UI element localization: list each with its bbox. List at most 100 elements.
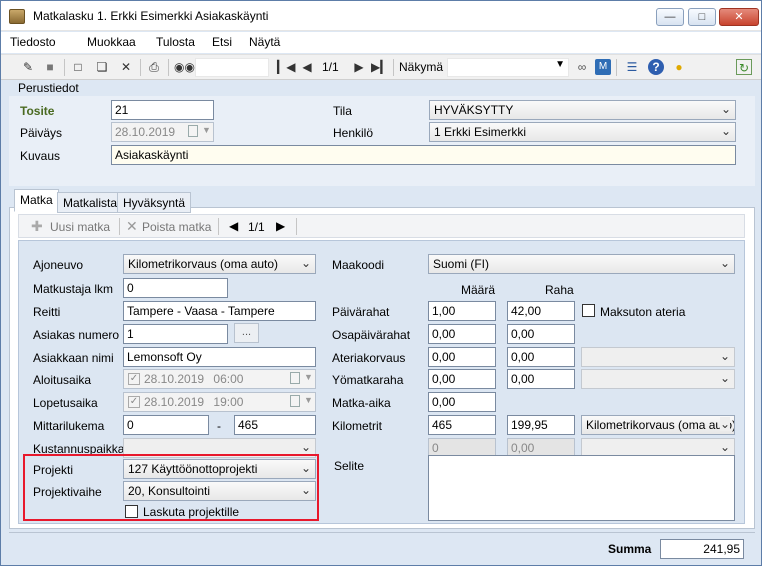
lock-icon[interactable]: ● xyxy=(671,59,687,75)
aloitusaika-field[interactable]: ✓ 28.10.2019 06:00 ▼ xyxy=(123,369,316,389)
asiakasnimi-field[interactable]: Lemonsoft Oy xyxy=(123,347,316,367)
ateriakorvaus-type-select[interactable]: ⌄ xyxy=(581,347,735,367)
tab-matkalista[interactable]: Matkalista xyxy=(57,192,124,213)
paivays-field[interactable]: 28.10.2019 ▼ xyxy=(111,122,214,142)
maksuton-ateria-label: Maksuton ateria xyxy=(600,305,686,319)
paivays-label: Päiväys xyxy=(20,126,63,140)
henkilo-select[interactable]: 1 Erkki Esimerkki ⌄ xyxy=(429,122,736,142)
osapaivarahat-raha-field[interactable]: 0,00 xyxy=(507,324,575,344)
menu-nayta[interactable]: Näytä xyxy=(249,35,280,49)
maximize-button[interactable]: □ xyxy=(688,8,716,26)
tosite-label: Tosite xyxy=(20,104,55,118)
calendar-icon[interactable] xyxy=(290,395,300,407)
ateriakorvaus-maara-field[interactable]: 0,00 xyxy=(428,347,496,367)
ajoneuvo-label: Ajoneuvo xyxy=(33,258,84,272)
dropdown-arrow-icon: ▼ xyxy=(202,125,211,135)
lopetusaika-field[interactable]: ✓ 28.10.2019 19:00 ▼ xyxy=(123,392,316,412)
new-document-icon[interactable]: □ xyxy=(70,59,86,75)
window-title: Matkalasku 1. Erkki Esimerkki Asiakaskäy… xyxy=(33,9,269,23)
maakoodi-select[interactable]: Suomi (FI) ⌄ xyxy=(428,254,735,274)
tab-hyvaksynta[interactable]: Hyväksyntä xyxy=(117,192,192,213)
mittari-end-field[interactable]: 465 xyxy=(234,415,316,435)
previous-trip-icon[interactable]: ◀ xyxy=(229,219,238,233)
database-icon[interactable]: M xyxy=(595,59,611,75)
maara-header: Määrä xyxy=(461,283,496,297)
matka-aika-field[interactable]: 0,00 xyxy=(428,392,496,412)
copy-icon[interactable]: ❏ xyxy=(94,59,110,75)
chevron-down-icon: ⌄ xyxy=(719,349,730,363)
ateriakorvaus-raha-field[interactable]: 0,00 xyxy=(507,347,575,367)
menu-muokkaa[interactable]: Muokkaa xyxy=(87,35,136,49)
previous-record-icon[interactable]: ◀ xyxy=(299,59,315,75)
kilometrit-label: Kilometrit xyxy=(332,419,383,433)
projekti-select[interactable]: 127 Käyttöönottoprojekti ⌄ xyxy=(123,459,316,479)
yomatkaraha-maara-field[interactable]: 0,00 xyxy=(428,369,496,389)
view-select[interactable]: ▼ xyxy=(447,58,569,77)
add-trip-button[interactable]: Uusi matka xyxy=(50,220,110,234)
menu-tiedosto[interactable]: Tiedosto xyxy=(10,35,56,49)
tosite-field[interactable]: 21 xyxy=(111,100,214,120)
chevron-down-icon: ⌄ xyxy=(719,371,730,385)
projektivaihe-select[interactable]: 20, Konsultointi ⌄ xyxy=(123,481,316,501)
first-record-icon[interactable]: ▎◀ xyxy=(277,59,295,75)
yomatkaraha-type-select[interactable]: ⌄ xyxy=(581,369,735,389)
trip-counter: 1/1 xyxy=(248,220,265,234)
kuvaus-field[interactable]: Asiakaskäynti xyxy=(111,145,736,165)
calendar-icon[interactable] xyxy=(188,125,198,137)
asiakasnumero-label: Asiakas numero xyxy=(33,328,120,342)
chevron-down-icon: ⌄ xyxy=(720,102,731,116)
chevron-down-icon: ⌄ xyxy=(300,440,311,454)
next-record-icon[interactable]: ▶ xyxy=(351,59,367,75)
ateriakorvaus-label: Ateriakorvaus xyxy=(332,351,406,365)
aloitusaika-checkbox[interactable]: ✓ xyxy=(128,373,140,385)
kilometrit-type-select[interactable]: Kilometrikorvaus (oma auto) ⌄ xyxy=(581,415,735,435)
tab-matka[interactable]: Matka xyxy=(14,189,59,212)
menu-etsi[interactable]: Etsi xyxy=(212,35,232,49)
paivarahat-maara-field[interactable]: 1,00 xyxy=(428,301,496,321)
laskuta-projektille-checkbox[interactable] xyxy=(125,505,138,518)
link-icon[interactable]: ∞ xyxy=(574,59,590,75)
selite-label: Selite xyxy=(334,459,365,473)
help-icon[interactable]: ? xyxy=(648,59,664,75)
search-input[interactable] xyxy=(195,58,269,77)
last-record-icon[interactable]: ▶▎ xyxy=(371,59,389,75)
refresh-icon[interactable]: ↻ xyxy=(736,59,752,75)
mittari-dash: - xyxy=(217,419,221,433)
menu-tulosta[interactable]: Tulosta xyxy=(156,35,195,49)
menu-bar: Tiedosto Muokkaa Tulosta Etsi Näytä xyxy=(1,32,761,53)
close-button[interactable]: ✕ xyxy=(719,8,759,26)
list-icon[interactable]: ☰ xyxy=(624,59,640,75)
browse-customer-button[interactable]: ... xyxy=(234,323,259,343)
print-icon[interactable]: ⎙ xyxy=(146,59,162,75)
maksuton-ateria-checkbox[interactable] xyxy=(582,304,595,317)
osapaivarahat-maara-field[interactable]: 0,00 xyxy=(428,324,496,344)
kilometrit-maara-field[interactable]: 465 xyxy=(428,415,496,435)
projekti-label: Projekti xyxy=(33,463,74,477)
dropdown-arrow-icon: ▼ xyxy=(555,59,565,70)
selite-textarea[interactable] xyxy=(428,455,735,521)
lopetusaika-checkbox[interactable]: ✓ xyxy=(128,396,140,408)
matka-aika-label: Matka-aika xyxy=(332,396,391,410)
delete-icon[interactable]: ✕ xyxy=(118,59,134,75)
tila-select[interactable]: HYVÄKSYTTY ⌄ xyxy=(429,100,736,120)
find-binoculars-icon[interactable]: ◉◉ xyxy=(174,59,195,75)
minimize-button[interactable]: — xyxy=(656,8,684,26)
paivarahat-raha-field[interactable]: 42,00 xyxy=(507,301,575,321)
remove-trip-button[interactable]: Poista matka xyxy=(142,220,211,234)
save-icon[interactable]: ■ xyxy=(42,59,58,75)
calendar-icon[interactable] xyxy=(290,372,300,384)
asiakasnumero-field[interactable]: 1 xyxy=(123,324,228,344)
summa-label: Summa xyxy=(608,542,652,556)
yomatkaraha-raha-field[interactable]: 0,00 xyxy=(507,369,575,389)
mittari-start-field[interactable]: 0 xyxy=(123,415,209,435)
reitti-field[interactable]: Tampere - Vaasa - Tampere xyxy=(123,301,316,321)
ajoneuvo-select[interactable]: Kilometrikorvaus (oma auto) ⌄ xyxy=(123,254,316,274)
title-bar: Matkalasku 1. Erkki Esimerkki Asiakaskäy… xyxy=(1,1,761,31)
next-trip-icon[interactable]: ▶ xyxy=(276,219,285,233)
kilometrit-raha-field[interactable]: 199,95 xyxy=(507,415,575,435)
maakoodi-label: Maakoodi xyxy=(332,258,385,272)
remove-icon: ✕ xyxy=(126,218,138,234)
chevron-down-icon: ⌄ xyxy=(719,256,730,270)
matkustaja-field[interactable]: 0 xyxy=(123,278,228,298)
edit-icon[interactable]: ✎ xyxy=(20,59,36,75)
